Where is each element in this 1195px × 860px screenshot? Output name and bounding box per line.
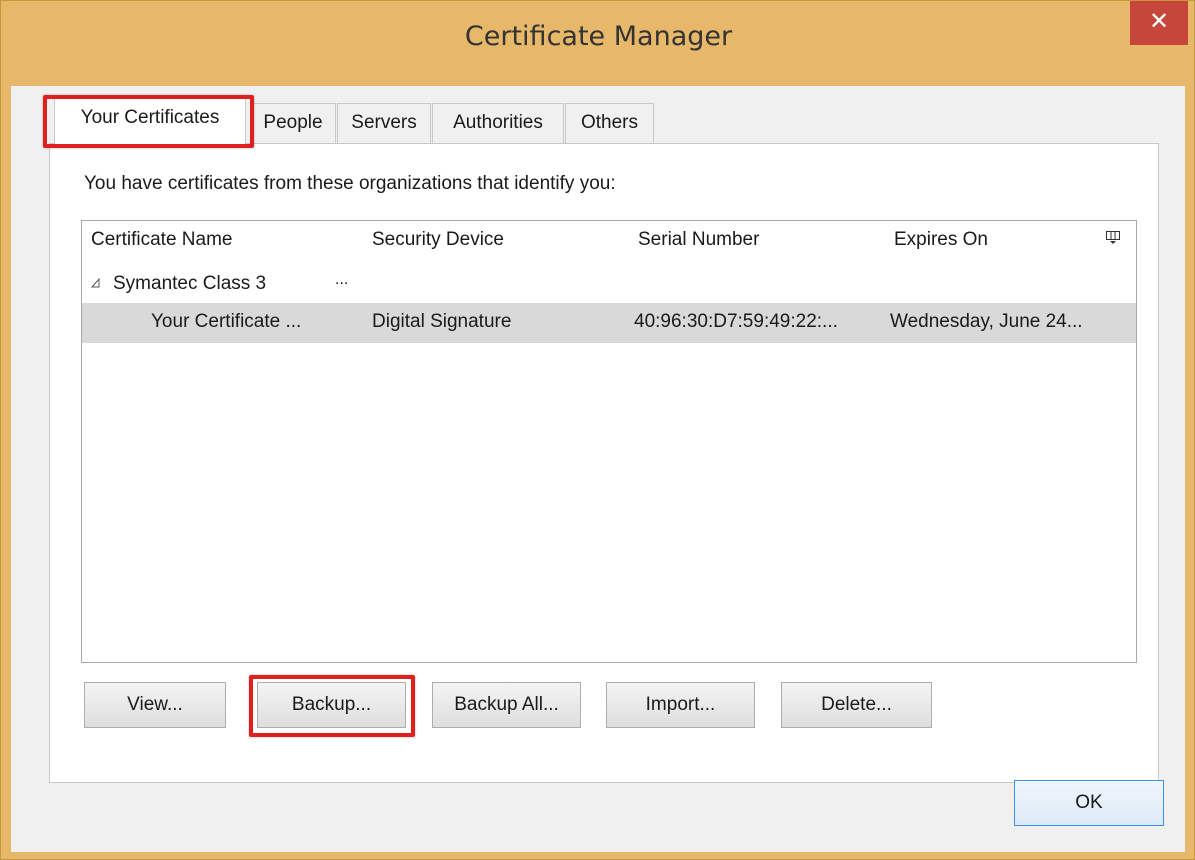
tab-others-label: Others <box>580 112 639 133</box>
group-name: Symantec Class 3 <box>113 273 267 294</box>
expires-on-cell: Wednesday, June 24... <box>890 311 1083 332</box>
view-button[interactable]: View... <box>84 682 226 728</box>
close-button[interactable]: ✕ <box>1130 1 1188 45</box>
column-header-security-device[interactable]: Security Device <box>372 229 504 251</box>
tab-your-certificates[interactable]: Your Certificates <box>54 98 246 145</box>
tab-others[interactable]: Others <box>565 103 654 143</box>
group-ellipsis: ... <box>335 271 349 288</box>
table-row[interactable]: Your Certificate ... Digital Signature 4… <box>82 303 1136 343</box>
tab-people-label: People <box>263 112 323 133</box>
column-header-serial-number[interactable]: Serial Number <box>638 229 759 251</box>
security-device-cell: Digital Signature <box>372 311 512 332</box>
serial-number-cell: 40:96:30:D7:59:49:22:... <box>634 311 838 332</box>
column-header-expires-on[interactable]: Expires On <box>894 229 988 251</box>
tab-servers-label: Servers <box>351 112 417 133</box>
tab-authorities[interactable]: Authorities <box>432 103 564 143</box>
column-picker-icon[interactable] <box>1106 231 1120 244</box>
tab-authorities-label: Authorities <box>453 112 543 133</box>
ok-button[interactable]: OK <box>1014 780 1164 826</box>
close-icon: ✕ <box>1148 7 1170 35</box>
certificate-tree[interactable]: Certificate Name Security Device Serial … <box>81 220 1137 663</box>
backup-all-button[interactable]: Backup All... <box>432 682 581 728</box>
certificate-name-cell: Your Certificate ... <box>151 311 302 332</box>
expand-triangle-icon[interactable] <box>91 278 101 288</box>
tree-group-row[interactable]: Symantec Class 3 ... <box>82 265 1136 305</box>
certificate-manager-window: Certificate Manager ✕ Your Certificates … <box>0 0 1195 860</box>
tab-your-certificates-label: Your Certificates <box>80 107 220 128</box>
tab-people[interactable]: People <box>250 103 336 143</box>
tab-servers[interactable]: Servers <box>337 103 431 143</box>
backup-button[interactable]: Backup... <box>257 682 406 728</box>
delete-button[interactable]: Delete... <box>781 682 932 728</box>
import-button[interactable]: Import... <box>606 682 755 728</box>
title-bar[interactable]: Certificate Manager ✕ <box>1 1 1195 85</box>
intro-text: You have certificates from these organiz… <box>84 173 616 194</box>
column-header-certificate-name[interactable]: Certificate Name <box>91 229 233 251</box>
window-title: Certificate Manager <box>464 21 733 52</box>
